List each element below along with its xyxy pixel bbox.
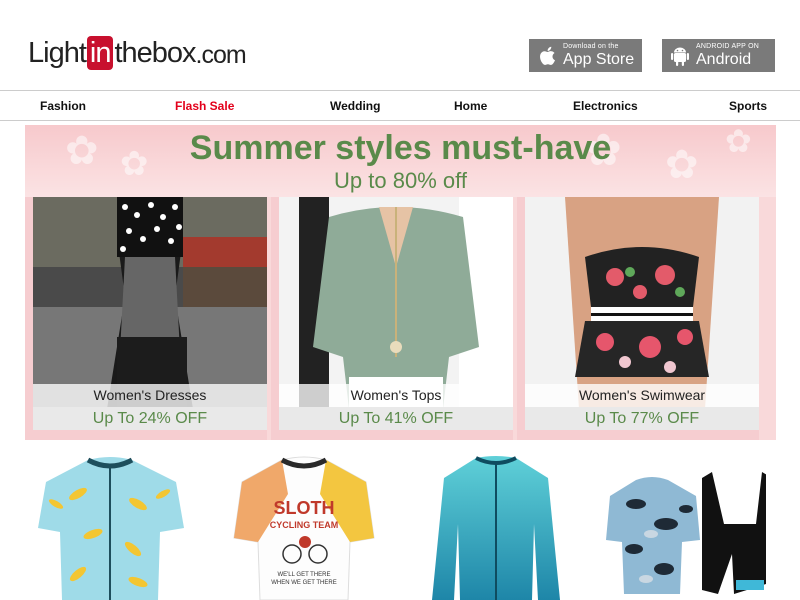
- app-store-big-text: App Store: [563, 51, 635, 68]
- android-small-text: ANDROID APP ON: [696, 43, 759, 50]
- summer-promo-banner[interactable]: ✿ ✿ ✿ ✿ ✿ Summer styles must-have Up to …: [25, 125, 776, 440]
- jersey-print-line1: SLOTH: [274, 498, 335, 518]
- sloth-jersey-image[interactable]: SLOTH CYCLING TEAM WE'LL GET THERE WHEN …: [232, 454, 392, 600]
- card-offer-swimwear: Up To 77% OFF: [525, 407, 759, 430]
- logo-text-in: in: [86, 36, 114, 70]
- card-label-tops: Women's Tops: [279, 384, 513, 407]
- nav-item-electronics[interactable]: Electronics: [573, 99, 638, 113]
- card-label-swimwear: Women's Swimwear: [525, 384, 759, 407]
- nav-item-sports[interactable]: Sports: [729, 99, 767, 113]
- banner-title: Summer styles must-have: [189, 129, 612, 167]
- dress-photo: [33, 197, 267, 409]
- camo-jersey-bib-set-image[interactable]: [606, 454, 772, 600]
- android-app-badge[interactable]: ANDROID APP ON Android: [662, 39, 775, 72]
- apple-icon: [537, 45, 557, 67]
- logo-text-com: .com: [195, 41, 247, 69]
- nav-item-flash-sale[interactable]: Flash Sale: [175, 99, 234, 113]
- banana-jersey-image[interactable]: [38, 454, 198, 600]
- logo-text-light: Light: [28, 37, 87, 69]
- card-label-dresses: Women's Dresses: [33, 384, 267, 407]
- banner-subtitle: Up to 80% off: [334, 168, 467, 193]
- nav-item-fashion[interactable]: Fashion: [40, 99, 86, 113]
- logo-text-thebox: thebox: [114, 37, 196, 69]
- product-grid: SLOTH CYCLING TEAM WE'LL GET THERE WHEN …: [0, 446, 800, 600]
- main-nav: Fashion Flash Sale Wedding Home Electron…: [0, 90, 800, 121]
- swimwear-photo: [525, 197, 759, 409]
- app-store-badge[interactable]: Download on the App Store: [529, 39, 642, 72]
- jersey-print-line2: CYCLING TEAM: [270, 520, 339, 530]
- android-big-text: Android: [696, 51, 752, 68]
- app-store-small-text: Download on the: [563, 43, 619, 50]
- jersey-print-line3: WE'LL GET THERE: [277, 572, 330, 578]
- site-logo[interactable]: Light in thebox .com: [28, 34, 247, 70]
- android-icon: [670, 45, 690, 67]
- jersey-print-line4: WHEN WE GET THERE: [271, 580, 336, 586]
- nav-item-home[interactable]: Home: [454, 99, 487, 113]
- site-header: Light in thebox .com Download on the App St…: [0, 0, 800, 90]
- card-offer-tops: Up To 41% OFF: [279, 407, 513, 430]
- nav-item-wedding[interactable]: Wedding: [330, 99, 380, 113]
- top-photo: [279, 197, 513, 409]
- card-offer-dresses: Up To 24% OFF: [33, 407, 267, 430]
- teal-gradient-jersey-image[interactable]: [420, 454, 580, 600]
